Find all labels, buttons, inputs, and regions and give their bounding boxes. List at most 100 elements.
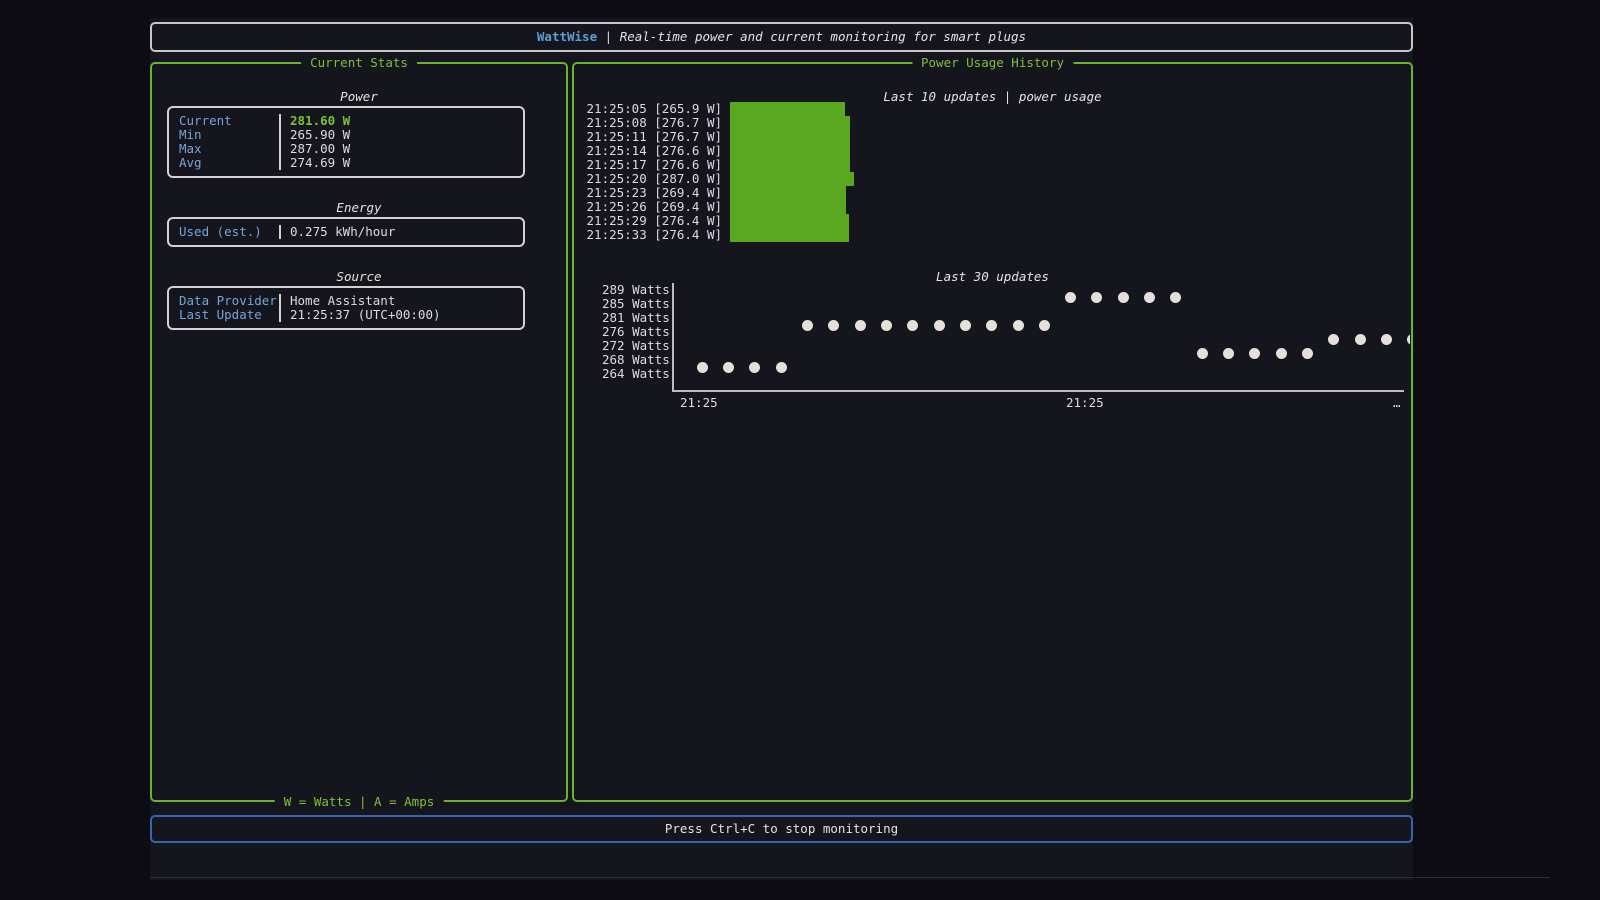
bar	[730, 200, 847, 214]
scatter-ytick-label: 285 Watts	[602, 296, 670, 311]
stat-label-column: Data Provider Last Update	[169, 294, 281, 322]
stat-value-column: 281.60 W 265.90 W 287.00 W 274.69 W	[281, 114, 523, 170]
stat-label-column: Used (est.)	[169, 225, 281, 239]
scatter-xtick-label: …	[1393, 395, 1401, 410]
bar-row-label: 21:25:05 [265.9 W]	[586, 101, 722, 116]
stat-value: 0.275 kWh/hour	[290, 224, 396, 239]
stat-value: 21:25:37 (UTC+00:00)	[290, 307, 441, 322]
scatter-point	[1170, 291, 1182, 303]
scatter-ytick-label: 272 Watts	[602, 338, 670, 353]
stat-value: 281.60 W	[290, 113, 351, 128]
scatter-point	[907, 319, 919, 331]
scatter-point	[880, 319, 892, 331]
bar	[730, 144, 850, 158]
scatter-point	[749, 361, 761, 373]
scatter-point	[722, 361, 734, 373]
scatter-point	[828, 319, 840, 331]
bar	[730, 130, 850, 144]
bar	[730, 158, 850, 172]
scatter-point	[1302, 347, 1314, 359]
scatter-point	[1407, 333, 1410, 345]
bar	[730, 228, 850, 242]
stat-label: Max	[179, 141, 202, 156]
scatter-ytick-label: 276 Watts	[602, 324, 670, 339]
stop-monitoring-bar: Press Ctrl+C to stop monitoring	[150, 815, 1413, 843]
scatter-point	[1038, 319, 1050, 331]
scatter-point	[1223, 347, 1235, 359]
scatter-ytick-label: 289 Watts	[602, 282, 670, 297]
power-section-title: Power	[340, 89, 378, 104]
scatter-point	[1381, 333, 1393, 345]
scatter-point	[1117, 291, 1129, 303]
app-name: WattWise	[536, 29, 598, 44]
scatter-point	[1275, 347, 1287, 359]
scatter-ytick-label: 268 Watts	[602, 352, 670, 367]
scatter-point	[775, 361, 787, 373]
bar	[730, 186, 847, 200]
stat-label: Last Update	[179, 307, 262, 322]
source-stats-table: Data Provider Last Update Home Assistant 21…	[167, 286, 525, 330]
bar-row-label: 21:25:26 [269.4 W]	[586, 199, 722, 214]
stat-label-column: Current Min Max Avg	[169, 114, 281, 170]
bar-row-label: 21:25:29 [276.4 W]	[586, 213, 722, 228]
header-title: WattWise | Real-time power and current m…	[152, 29, 1411, 44]
stat-value: 274.69 W	[290, 155, 351, 170]
power-stats-table: Current Min Max Avg 281.60 W 265.90 W 287.00 W…	[167, 106, 525, 178]
bar-row-label: 21:25:23 [269.4 W]	[586, 185, 722, 200]
units-legend: W = Watts | A = Amps	[274, 794, 444, 809]
header-separator: |	[597, 29, 620, 44]
bar	[730, 214, 850, 228]
stat-value: 265.90 W	[290, 127, 351, 142]
header-box: WattWise | Real-time power and current m…	[150, 22, 1413, 52]
scatter-point	[1144, 291, 1156, 303]
scatter-point	[801, 319, 813, 331]
bar-row-label: 21:25:17 [276.6 W]	[586, 157, 722, 172]
scatter-point	[1065, 291, 1077, 303]
wattwise-screen: WattWise | Real-time power and current m…	[0, 0, 1600, 900]
source-section-title: Source	[336, 269, 382, 284]
scatter-point	[854, 319, 866, 331]
bar-row-label: 21:25:33 [276.4 W]	[586, 227, 722, 242]
scatter-point	[959, 319, 971, 331]
scatter-point	[696, 361, 708, 373]
scatter-point	[1249, 347, 1261, 359]
stat-label: Current	[179, 113, 232, 128]
scatter-x-axis	[672, 390, 1404, 392]
stat-label: Data Provider	[179, 293, 277, 308]
current-stats-panel: Current Stats W = Watts | A = Amps Power…	[150, 55, 568, 809]
bar	[730, 172, 854, 186]
scatter-point	[986, 319, 998, 331]
scatter-xtick-label: 21:25	[680, 395, 718, 410]
power-usage-history-title: Power Usage History	[912, 55, 1073, 70]
scatter-point	[1196, 347, 1208, 359]
current-stats-title: Current Stats	[301, 55, 417, 70]
bar-row-label: 21:25:20 [287.0 W]	[586, 171, 722, 186]
bar-row-label: 21:25:11 [276.7 W]	[586, 129, 722, 144]
bottom-divider	[150, 877, 1550, 878]
stat-value: Home Assistant	[290, 293, 396, 308]
scatter-point	[1354, 333, 1366, 345]
power-usage-history-panel: Power Usage History Last 10 updates | po…	[572, 55, 1413, 802]
scatter-ytick-label: 264 Watts	[602, 366, 670, 381]
stat-value-column: 0.275 kWh/hour	[281, 225, 523, 239]
bar	[730, 116, 850, 130]
scatter-point	[1091, 291, 1103, 303]
bar	[730, 102, 845, 116]
scatter-xtick-label: 21:25	[1066, 395, 1104, 410]
stat-value: 287.00 W	[290, 141, 351, 156]
stat-label: Min	[179, 127, 202, 142]
scatter-ytick-label: 281 Watts	[602, 310, 670, 325]
header-subtitle: Real-time power and current monitoring f…	[619, 29, 1027, 44]
stat-value-column: Home Assistant 21:25:37 (UTC+00:00)	[281, 294, 523, 322]
scatter-point	[1328, 333, 1340, 345]
energy-section-title: Energy	[336, 200, 382, 215]
stat-label: Used (est.)	[179, 224, 262, 239]
bar-row-label: 21:25:08 [276.7 W]	[586, 115, 722, 130]
scatter-plot-area	[674, 276, 1410, 390]
scatter-point	[933, 319, 945, 331]
energy-stats-table: Used (est.) 0.275 kWh/hour	[167, 217, 525, 247]
stop-monitoring-message: Press Ctrl+C to stop monitoring	[664, 821, 899, 836]
bar-row-label: 21:25:14 [276.6 W]	[586, 143, 722, 158]
scatter-point	[1012, 319, 1024, 331]
stat-label: Avg	[179, 155, 202, 170]
